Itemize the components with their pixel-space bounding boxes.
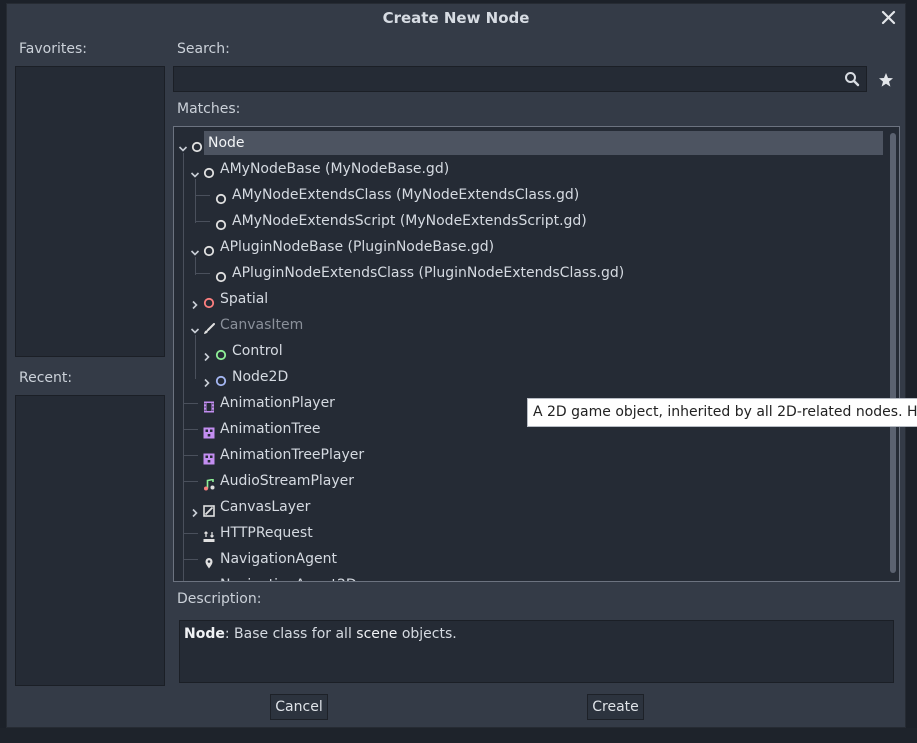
tree-item-navigationagent[interactable]: NavigationAgent [174, 547, 883, 571]
chevron-right-icon[interactable] [190, 294, 200, 310]
tree-item-label: Node [208, 135, 245, 151]
circle-outline-icon [203, 241, 215, 257]
circle-outline-icon [191, 137, 203, 153]
description-box: Node: Base class for all scene objects. [179, 620, 894, 683]
description-text: : Base class for all [224, 626, 357, 642]
tree-item-label: Spatial [220, 291, 269, 307]
tree-item-apluginnodebase[interactable]: APluginNodeBase (PluginNodeBase.gd) [174, 235, 883, 259]
circle-outline-icon [215, 371, 227, 387]
tree-guide-line [196, 195, 210, 196]
description-keyword: scene [356, 626, 398, 642]
tree-item-label: AnimationTree [220, 421, 321, 437]
tree-item-label: AnimationPlayer [220, 395, 335, 411]
tree-item-node2d[interactable]: Node2D [174, 365, 883, 389]
http-request-icon [203, 527, 215, 542]
tree-item-apluginnodeextendsclass[interactable]: APluginNodeExtendsClass (PluginNodeExten… [174, 261, 883, 285]
close-icon[interactable] [879, 7, 899, 29]
tree-guide-line [196, 273, 210, 274]
tree-item-label: HTTPRequest [220, 525, 313, 541]
film-strip-icon [203, 397, 215, 413]
brush-icon [203, 319, 215, 334]
tree-guide-line [184, 403, 198, 404]
tree-item-amynodeextendsscript[interactable]: AMyNodeExtendsScript (MyNodeExtendsScrip… [174, 209, 883, 233]
create-new-node-dialog: Create New Node Favorites: Recent: Searc… [6, 3, 906, 728]
favorite-star-icon[interactable] [877, 71, 895, 89]
description-text: objects. [397, 626, 457, 642]
tree-item-spatial[interactable]: Spatial [174, 287, 883, 311]
animation-tree-icon [203, 423, 215, 439]
tree-item-label: NavigationAgent2D [220, 573, 357, 581]
cancel-button[interactable]: Cancel [270, 694, 328, 720]
tree-guide-line [184, 559, 198, 560]
matches-tree[interactable]: Node AMyNodeBase (MyNodeBase.gd) AMyNode… [173, 126, 900, 582]
tree-item-amynodeextendsclass[interactable]: AMyNodeExtendsClass (MyNodeExtendsClass.… [174, 183, 883, 207]
circle-outline-icon [203, 163, 215, 179]
tree-item-httprequest[interactable]: HTTPRequest [174, 521, 883, 545]
tree-item-label: APluginNodeExtendsClass (PluginNodeExten… [232, 265, 625, 281]
circle-outline-icon [215, 215, 227, 231]
location-pin-icon [203, 579, 215, 581]
animation-tree-icon [203, 449, 215, 465]
circle-outline-icon [215, 189, 227, 205]
tree-guide-line [184, 455, 198, 456]
favorites-label: Favorites: [19, 41, 87, 57]
tree-guide-line [184, 533, 198, 534]
tree-guide-line [196, 221, 210, 222]
scrollbar-thumb[interactable] [890, 133, 896, 573]
description-class-name: Node [184, 626, 225, 642]
circle-outline-icon [215, 345, 227, 361]
search-field[interactable] [173, 66, 867, 92]
tree-item-label: AnimationTreePlayer [220, 447, 365, 463]
tree-item-label: AMyNodeExtendsClass (MyNodeExtendsClass.… [232, 187, 580, 203]
circle-outline-icon [215, 267, 227, 283]
tree-item-audiostreamplayer[interactable]: AudioStreamPlayer [174, 469, 883, 493]
search-label: Search: [177, 41, 230, 57]
chevron-down-icon[interactable] [190, 164, 200, 178]
tree-item-amynodebase[interactable]: AMyNodeBase (MyNodeBase.gd) [174, 157, 883, 181]
chevron-down-icon[interactable] [178, 138, 188, 152]
tree-item-animationtreeplayer[interactable]: AnimationTreePlayer [174, 443, 883, 467]
editor-background [0, 728, 917, 743]
search-icon [844, 71, 860, 87]
dialog-title: Create New Node [382, 9, 530, 27]
tree-guide-line [184, 481, 198, 482]
canvas-layer-icon [203, 501, 215, 517]
tree-item-label: CanvasLayer [220, 499, 311, 515]
description-label: Description: [177, 591, 262, 607]
recent-label: Recent: [19, 370, 73, 386]
favorites-list[interactable] [15, 66, 165, 357]
recent-list[interactable] [15, 395, 165, 686]
tree-item-label: NavigationAgent [220, 551, 337, 567]
tree-item-control[interactable]: Control [174, 339, 883, 363]
matches-label: Matches: [177, 101, 241, 117]
tree-item-label: AMyNodeExtendsScript (MyNodeExtendsScrip… [232, 213, 587, 229]
chevron-down-icon[interactable] [190, 320, 200, 334]
tree-item-label: Node2D [232, 369, 289, 385]
tree-scrollbar[interactable] [890, 133, 896, 573]
circle-outline-icon [203, 293, 215, 309]
tree-item-label: AudioStreamPlayer [220, 473, 355, 489]
create-button[interactable]: Create [587, 694, 644, 720]
tree-item-navigationagent2d[interactable]: NavigationAgent2D [174, 573, 883, 581]
node2d-tooltip: A 2D game object, inherited by all 2D-re… [527, 398, 917, 427]
chevron-right-icon[interactable] [202, 346, 212, 362]
chevron-right-icon[interactable] [202, 372, 212, 388]
tree-item-label: CanvasItem [220, 317, 304, 333]
tree-item-canvaslayer[interactable]: CanvasLayer [174, 495, 883, 519]
chevron-down-icon[interactable] [190, 242, 200, 256]
tree-item-label: AMyNodeBase (MyNodeBase.gd) [220, 161, 450, 177]
location-pin-icon [203, 553, 215, 569]
music-note-icon [203, 475, 215, 491]
search-input[interactable] [178, 69, 842, 91]
tree-item-canvasitem[interactable]: CanvasItem [174, 313, 883, 337]
chevron-right-icon[interactable] [190, 502, 200, 518]
tree-item-label: Control [232, 343, 283, 359]
tree-item-label: APluginNodeBase (PluginNodeBase.gd) [220, 239, 495, 255]
tree-row[interactable]: Node [174, 131, 883, 155]
tree-guide-line [184, 429, 198, 430]
